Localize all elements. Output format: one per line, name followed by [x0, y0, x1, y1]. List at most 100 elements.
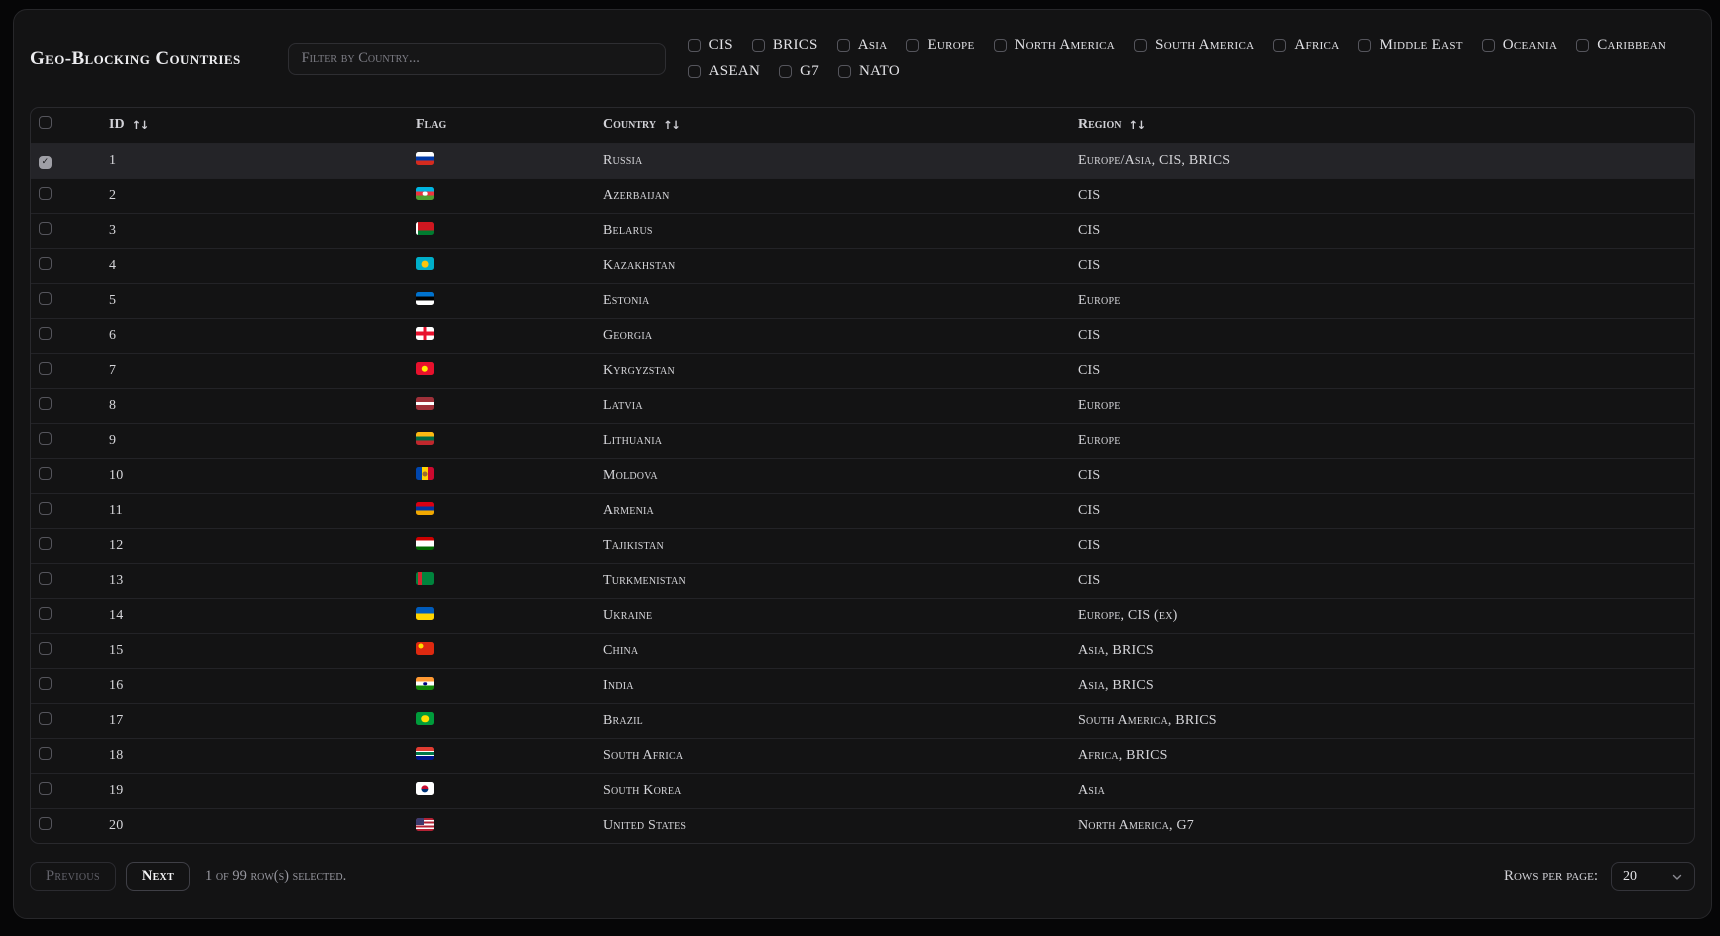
cell-region: CIS	[1062, 178, 1694, 213]
cell-country: Ukraine	[587, 598, 1062, 633]
row-checkbox[interactable]	[39, 292, 52, 305]
cell-region: Europe	[1062, 283, 1694, 318]
flag-icon-india	[416, 677, 434, 690]
row-checkbox[interactable]	[39, 642, 52, 655]
filter-checkbox-brics[interactable]: BRICS	[752, 37, 818, 54]
column-header-country[interactable]: Country ↑↓	[603, 117, 679, 133]
table-row[interactable]: 13 Turkmenistan CIS	[31, 563, 1694, 598]
table-row[interactable]: 6 Georgia CIS	[31, 318, 1694, 353]
table-row[interactable]: 12 Tajikistan CIS	[31, 528, 1694, 563]
table-row[interactable]: 17 Brazil South America, BRICS	[31, 703, 1694, 738]
table-footer: Previous Next 1 of 99 row(s) selected. R…	[30, 862, 1695, 891]
filter-checkbox-oceania[interactable]: Oceania	[1482, 37, 1557, 54]
cell-country: Turkmenistan	[587, 563, 1062, 598]
filter-checkbox-asean[interactable]: ASEAN	[688, 63, 761, 80]
chevron-down-icon	[1671, 871, 1683, 883]
cell-id: 13	[93, 563, 400, 598]
cell-region: CIS	[1062, 318, 1694, 353]
table-row[interactable]: 19 South Korea Asia	[31, 773, 1694, 808]
cell-region: Asia	[1062, 773, 1694, 808]
filter-checkbox-south-america[interactable]: South America	[1134, 37, 1254, 54]
table-row[interactable]: 14 Ukraine Europe, CIS (ex)	[31, 598, 1694, 633]
row-checkbox[interactable]	[39, 502, 52, 515]
cell-region: Europe	[1062, 423, 1694, 458]
cell-country: United States	[587, 808, 1062, 843]
row-checkbox[interactable]	[39, 712, 52, 725]
row-checkbox[interactable]	[39, 782, 52, 795]
previous-page-button[interactable]: Previous	[30, 862, 116, 891]
row-checkbox[interactable]	[39, 677, 52, 690]
checkbox-icon	[752, 39, 765, 52]
table-row[interactable]: 16 India Asia, BRICS	[31, 668, 1694, 703]
table-row[interactable]: 5 Estonia Europe	[31, 283, 1694, 318]
cell-id: 20	[93, 808, 400, 843]
table-row[interactable]: 8 Latvia Europe	[31, 388, 1694, 423]
cell-region: Europe	[1062, 388, 1694, 423]
row-checkbox[interactable]	[39, 222, 52, 235]
row-checkbox[interactable]	[39, 747, 52, 760]
cell-country: Moldova	[587, 458, 1062, 493]
table-row[interactable]: 15 China Asia, BRICS	[31, 633, 1694, 668]
row-checkbox[interactable]: ✓	[39, 156, 52, 169]
table-row[interactable]: 20 United States North America, G7	[31, 808, 1694, 843]
filter-checkbox-g7[interactable]: G7	[779, 63, 819, 80]
row-checkbox[interactable]	[39, 257, 52, 270]
flag-icon-latvia	[416, 397, 434, 410]
table-row[interactable]: 7 Kyrgyzstan CIS	[31, 353, 1694, 388]
next-page-button[interactable]: Next	[126, 862, 190, 891]
cell-region: South America, BRICS	[1062, 703, 1694, 738]
cell-country: Brazil	[587, 703, 1062, 738]
column-header-region[interactable]: Region ↑↓	[1078, 117, 1145, 133]
filter-row: CIS BRICS Asia Europe North America Sout…	[688, 37, 1667, 54]
filter-checkbox-middle-east[interactable]: Middle East	[1358, 37, 1462, 54]
cell-region: Europe, CIS (ex)	[1062, 598, 1694, 633]
filter-checkbox-nato[interactable]: NATO	[838, 63, 900, 80]
panel-header: Geo-Blocking Countries CIS BRICS Asia Eu…	[30, 10, 1695, 107]
filter-country-input[interactable]	[288, 43, 666, 75]
flag-icon-moldova	[416, 467, 434, 480]
row-checkbox[interactable]	[39, 187, 52, 200]
select-all-checkbox[interactable]	[39, 116, 52, 129]
checkbox-icon	[838, 65, 851, 78]
column-header-id[interactable]: ID ↑↓	[109, 117, 148, 133]
sort-icon: ↑↓	[1128, 118, 1144, 132]
row-checkbox[interactable]	[39, 362, 52, 375]
row-checkbox[interactable]	[39, 607, 52, 620]
cell-region: CIS	[1062, 563, 1694, 598]
filter-checkbox-europe[interactable]: Europe	[906, 37, 974, 54]
table-row[interactable]: 10 Moldova CIS	[31, 458, 1694, 493]
cell-id: 8	[93, 388, 400, 423]
filter-checkbox-cis[interactable]: CIS	[688, 37, 733, 54]
rows-per-page-value: 20	[1623, 869, 1637, 885]
sort-icon: ↑↓	[663, 118, 679, 132]
flag-icon-united-states	[416, 818, 434, 831]
row-checkbox[interactable]	[39, 327, 52, 340]
checkbox-icon	[906, 39, 919, 52]
rows-per-page-select[interactable]: 20	[1611, 862, 1695, 891]
flag-icon-armenia	[416, 502, 434, 515]
filter-checkbox-africa[interactable]: Africa	[1273, 37, 1339, 54]
table-row[interactable]: 9 Lithuania Europe	[31, 423, 1694, 458]
row-checkbox[interactable]	[39, 572, 52, 585]
row-checkbox[interactable]	[39, 397, 52, 410]
row-checkbox[interactable]	[39, 467, 52, 480]
cell-country: Kyrgyzstan	[587, 353, 1062, 388]
table-row[interactable]: 4 Kazakhstan CIS	[31, 248, 1694, 283]
filter-checkbox-caribbean[interactable]: Caribbean	[1576, 37, 1666, 54]
row-checkbox[interactable]	[39, 537, 52, 550]
row-checkbox[interactable]	[39, 432, 52, 445]
checkbox-icon	[1273, 39, 1286, 52]
table-row[interactable]: ✓ 1 Russia Europe/Asia, CIS, BRICS	[31, 143, 1694, 178]
flag-icon-ukraine	[416, 607, 434, 620]
table-row[interactable]: 18 South Africa Africa, BRICS	[31, 738, 1694, 773]
row-checkbox[interactable]	[39, 817, 52, 830]
table-row[interactable]: 2 Azerbaijan CIS	[31, 178, 1694, 213]
table-row[interactable]: 3 Belarus CIS	[31, 213, 1694, 248]
filter-checkbox-north-america[interactable]: North America	[994, 37, 1116, 54]
cell-country: Estonia	[587, 283, 1062, 318]
checkbox-icon	[1576, 39, 1589, 52]
filter-checkbox-asia[interactable]: Asia	[837, 37, 888, 54]
table-header-row: ID ↑↓ Flag Country ↑↓	[31, 108, 1694, 143]
cell-id: 3	[93, 213, 400, 248]
table-row[interactable]: 11 Armenia CIS	[31, 493, 1694, 528]
